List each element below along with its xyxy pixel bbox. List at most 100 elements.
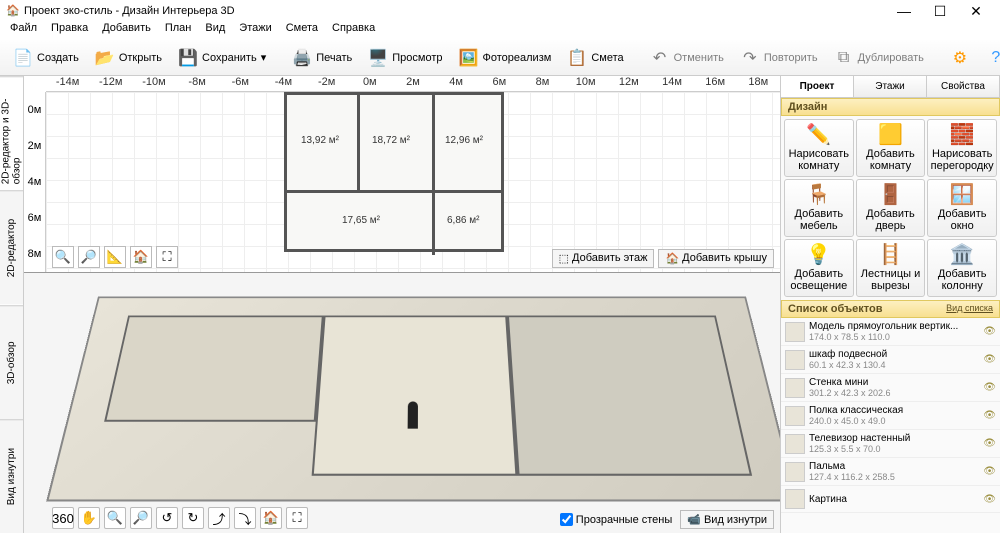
menu-help[interactable]: Справка	[326, 22, 381, 40]
home-3d-button[interactable]: 🏠	[260, 507, 282, 529]
furniture-icon: 🪑	[806, 184, 831, 206]
ruler-horizontal: -14м-12м-10м-8м-6м-4м-2м0м2м4м6м8м10м12м…	[46, 76, 780, 92]
undo-icon: ↶	[650, 48, 670, 68]
tilt-up-button[interactable]: ⤴	[208, 507, 230, 529]
zoom-out-3d-button[interactable]: 🔍	[104, 507, 126, 529]
app-icon: 🏠	[6, 4, 20, 18]
estimate-icon: 📋	[567, 48, 587, 68]
draw-partition-button[interactable]: 🧱Нарисовать перегородку	[927, 119, 997, 177]
list-item[interactable]: шкаф подвесной60.1 x 42.3 x 130.4👁	[781, 346, 1000, 374]
open-button[interactable]: 📂Открыть	[88, 44, 169, 72]
pan-button[interactable]: ✋	[78, 507, 100, 529]
list-item[interactable]: Пальма127.4 x 116.2 x 258.5👁	[781, 458, 1000, 486]
person-figure	[408, 401, 418, 428]
list-item[interactable]: Картина👁	[781, 486, 1000, 513]
list-item[interactable]: Полка классическая240.0 x 45.0 x 49.0👁	[781, 402, 1000, 430]
menu-plan[interactable]: План	[159, 22, 198, 40]
photorealism-button[interactable]: 🖼️Фотореализм	[452, 44, 559, 72]
eye-icon[interactable]: 👁	[983, 410, 996, 421]
measure-button[interactable]: 📐	[104, 246, 126, 268]
add-room-button[interactable]: 🟨Добавить комнату	[856, 119, 926, 177]
objects-list[interactable]: Модель прямоугольник вертик...174.0 x 78…	[781, 318, 1000, 533]
help-button[interactable]: ?	[979, 44, 1000, 72]
tab-properties[interactable]: Свойства	[927, 76, 1000, 97]
list-item[interactable]: Стенка мини301.2 x 42.3 x 202.6👁	[781, 374, 1000, 402]
rotate-left-button[interactable]: ↺	[156, 507, 178, 529]
fit-3d-button[interactable]: ⛶	[286, 507, 308, 529]
object-thumb	[785, 406, 805, 426]
tilt-down-button[interactable]: ⤵	[234, 507, 256, 529]
menu-view[interactable]: Вид	[199, 22, 231, 40]
duplicate-button[interactable]: ⧉Дублировать	[827, 44, 931, 72]
fit-button[interactable]: ⛶	[156, 246, 178, 268]
menu-add[interactable]: Добавить	[96, 22, 157, 40]
ruler-vertical: 0м2м4м6м8м	[24, 92, 46, 272]
eye-icon[interactable]: 👁	[983, 466, 996, 477]
list-view-link[interactable]: Вид списка	[946, 303, 993, 315]
view-inside-button[interactable]: 📹Вид изнутри	[680, 510, 774, 529]
redo-icon: ↷	[740, 48, 760, 68]
menu-estimate[interactable]: Смета	[280, 22, 324, 40]
vtab-2d-3d[interactable]: 2D-редактор и 3D-обзор	[0, 76, 23, 190]
list-item[interactable]: Модель прямоугольник вертик...174.0 x 78…	[781, 318, 1000, 346]
zoom-out-button[interactable]: 🔍	[52, 246, 74, 268]
add-roof-button[interactable]: 🏠Добавить крышу	[658, 249, 774, 268]
gear-icon: ⚙	[950, 48, 970, 68]
vtab-3d[interactable]: 3D-обзор	[0, 305, 23, 419]
column-icon: 🏛️	[950, 244, 975, 266]
vtab-inside[interactable]: Вид изнутри	[0, 419, 23, 533]
open-icon: 📂	[95, 48, 115, 68]
minimize-button[interactable]: —	[886, 3, 922, 19]
object-thumb	[785, 350, 805, 370]
add-lighting-button[interactable]: 💡Добавить освещение	[784, 239, 854, 297]
eye-icon[interactable]: 👁	[983, 382, 996, 393]
partition-icon: 🧱	[950, 124, 975, 146]
redo-button[interactable]: ↷Повторить	[733, 44, 825, 72]
add-floor-icon: ⬚	[559, 252, 569, 265]
rotate-right-button[interactable]: ↻	[182, 507, 204, 529]
add-window-button[interactable]: 🪟Добавить окно	[927, 179, 997, 237]
estimate-button[interactable]: 📋Смета	[560, 44, 630, 72]
home-button[interactable]: 🏠	[130, 246, 152, 268]
design-header: Дизайн	[781, 98, 1000, 116]
add-furniture-button[interactable]: 🪑Добавить мебель	[784, 179, 854, 237]
menu-edit[interactable]: Правка	[45, 22, 94, 40]
list-item[interactable]: Телевизор настенный125.3 x 5.5 x 70.0👁	[781, 430, 1000, 458]
eye-icon[interactable]: 👁	[983, 326, 996, 337]
print-icon: 🖨️	[292, 48, 312, 68]
add-room-icon: 🟨	[878, 124, 903, 146]
add-door-button[interactable]: 🚪Добавить дверь	[856, 179, 926, 237]
stairs-icon: 🪜	[878, 244, 903, 266]
tab-floors[interactable]: Этажи	[854, 76, 927, 97]
settings-button[interactable]: ⚙	[943, 44, 977, 72]
eye-icon[interactable]: 👁	[983, 494, 996, 505]
zoom-in-button[interactable]: 🔎	[78, 246, 100, 268]
save-icon: 💾	[178, 48, 198, 68]
close-button[interactable]: ✕	[958, 3, 994, 20]
maximize-button[interactable]: ☐	[922, 3, 958, 20]
print-button[interactable]: 🖨️Печать	[285, 44, 359, 72]
undo-button[interactable]: ↶Отменить	[643, 44, 731, 72]
view-3d[interactable]: 360 ✋ 🔍 🔎 ↺ ↻ ⤴ ⤵ 🏠 ⛶ Прозрачные стены 📹…	[24, 273, 780, 533]
stairs-cutouts-button[interactable]: 🪜Лестницы и вырезы	[856, 239, 926, 297]
create-button[interactable]: 📄Создать	[6, 44, 86, 72]
save-button[interactable]: 💾Сохранить ▾	[171, 44, 273, 72]
zoom-in-3d-button[interactable]: 🔎	[130, 507, 152, 529]
tab-project[interactable]: Проект	[781, 76, 854, 97]
camera-icon: 📹	[687, 513, 701, 526]
eye-icon[interactable]: 👁	[983, 438, 996, 449]
preview-button[interactable]: 🖥️Просмотр	[361, 44, 449, 72]
transparent-walls-checkbox[interactable]: Прозрачные стены	[560, 513, 672, 526]
view360-button[interactable]: 360	[52, 507, 74, 529]
draw-room-button[interactable]: ✏️Нарисовать комнату	[784, 119, 854, 177]
menu-floors[interactable]: Этажи	[233, 22, 277, 40]
help-icon: ?	[986, 48, 1000, 68]
object-thumb	[785, 462, 805, 482]
add-floor-button[interactable]: ⬚Добавить этаж	[552, 249, 655, 268]
vtab-2d[interactable]: 2D-редактор	[0, 190, 23, 304]
eye-icon[interactable]: 👁	[983, 354, 996, 365]
menu-file[interactable]: Файл	[4, 22, 43, 40]
add-column-button[interactable]: 🏛️Добавить колонну	[927, 239, 997, 297]
room-area-1: 13,92 м²	[301, 135, 339, 146]
plan-2d-view[interactable]: -14м-12м-10м-8м-6м-4м-2м0м2м4м6м8м10м12м…	[24, 76, 780, 273]
